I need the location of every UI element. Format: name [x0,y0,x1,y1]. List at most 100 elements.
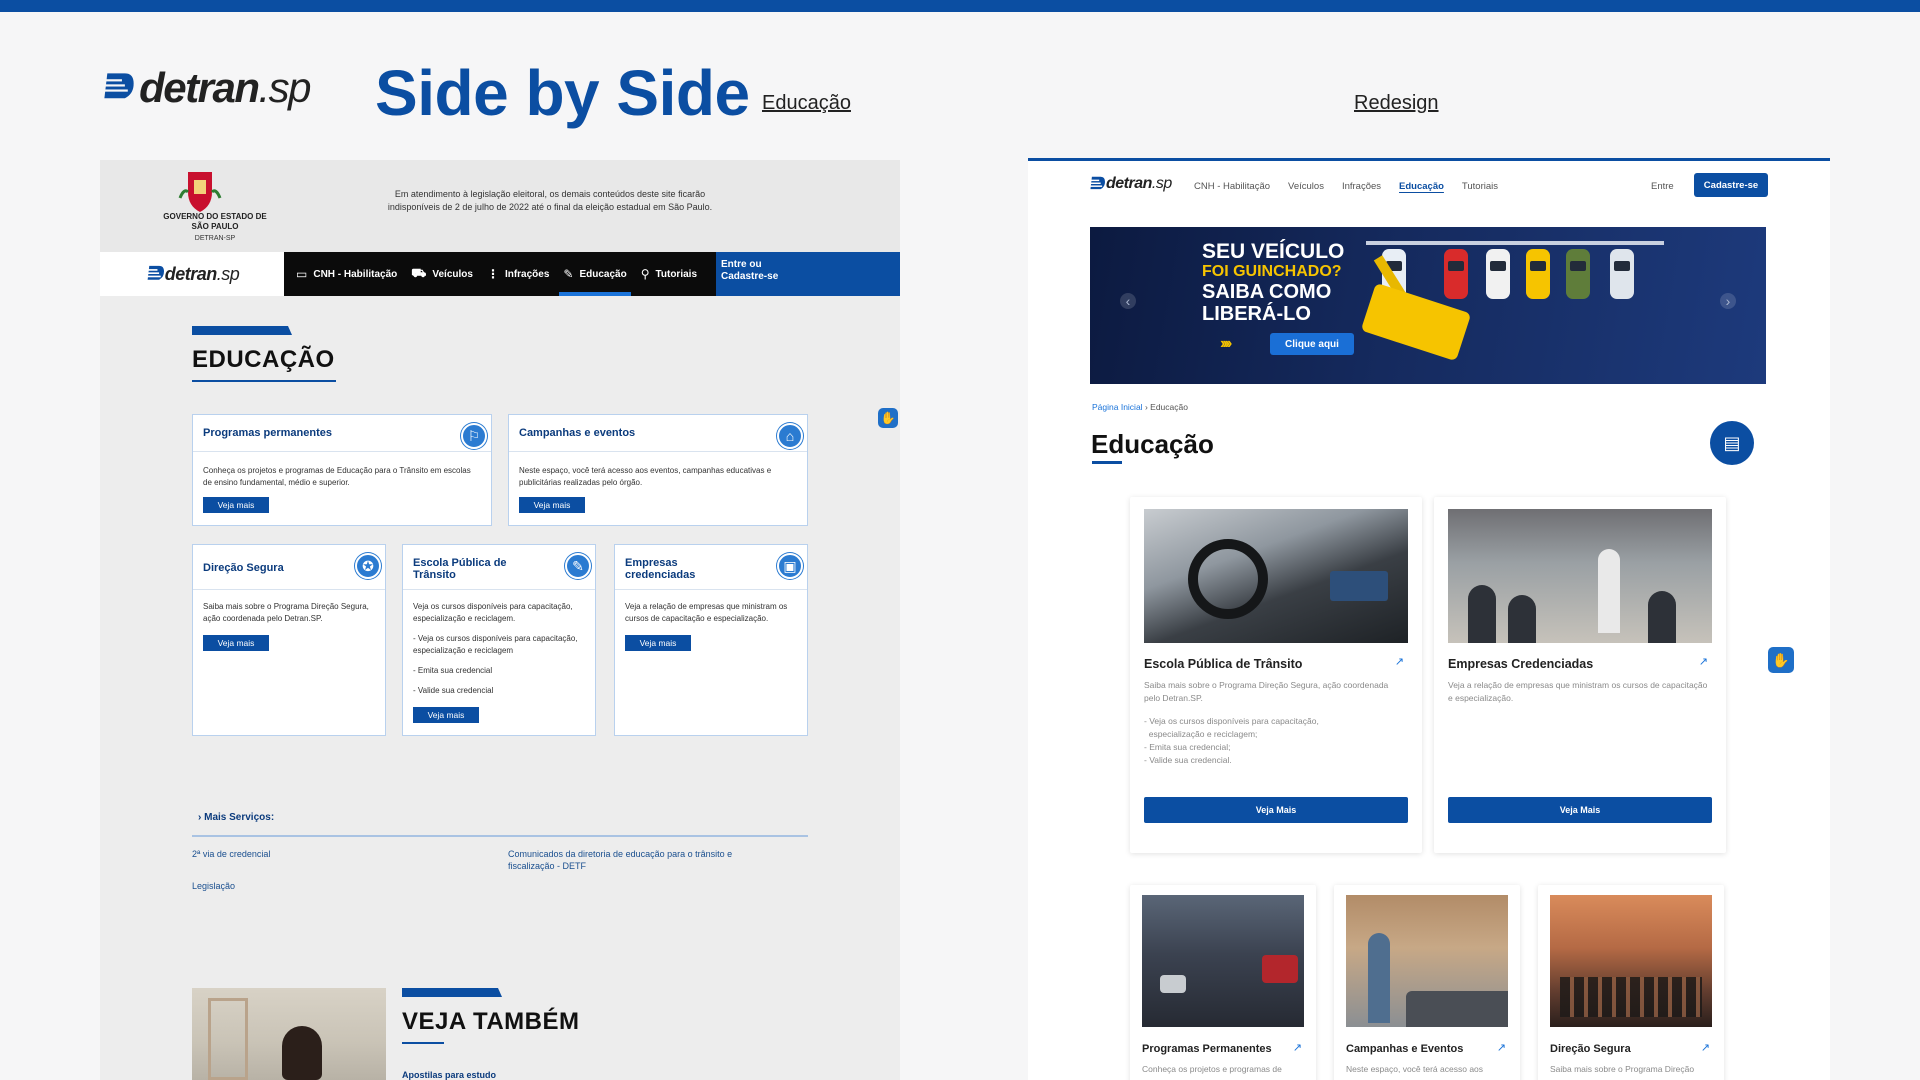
external-link-icon[interactable]: ↗ [1395,655,1404,668]
redesign-logo[interactable]: detran.sp [1088,175,1172,193]
top-accent-bar [0,0,1920,12]
link-comunicados-detf[interactable]: Comunicados da diretoria de educação par… [508,848,778,872]
car-interior-photo [1144,509,1408,643]
gov-name: GOVERNO DO ESTADO DE SÃO PAULO [163,212,267,231]
card-separator [509,451,807,452]
steering-wheel [1188,539,1268,619]
external-link-icon[interactable]: ↗ [1699,655,1708,668]
veja-mais-button[interactable]: Veja mais [625,635,691,651]
detran-stripes-icon [144,265,164,280]
redesign-screenshot: detran.sp CNH - Habilitação Veículos Inf… [1028,158,1830,1080]
nav-item-tutoriais[interactable]: Tutoriais [1462,181,1498,192]
carousel-next-icon[interactable]: › [1720,293,1736,309]
accessibility-hand-icon[interactable]: ✋ [878,408,898,428]
old-card-campanhas: Campanhas e eventos ⌂ Neste espaço, você… [508,414,808,526]
old-nav-item-tutoriais[interactable]: ⚲ Tutoriais [641,252,697,296]
nav-item-cnh[interactable]: CNH - Habilitação [1194,181,1270,192]
photo-car [1160,975,1186,993]
photo-frame [208,998,248,1080]
veja-mais-button[interactable]: Veja mais [519,497,585,513]
card-title: Escola Pública de Trânsito [413,557,507,581]
link-2a-via-credencial[interactable]: 2ª via de credencial [192,848,270,860]
veja-underline [402,1042,444,1044]
old-card-programas: Programas permanentes ⚐ Conheça os proje… [192,414,492,526]
banner-cta-button[interactable]: Clique aqui [1270,333,1354,355]
logo-suffix: .sp [258,64,311,111]
photo-sofa [1406,991,1508,1027]
old-nav-item-infracoes[interactable]: ⋮ Infrações [487,252,549,296]
towed-vehicle-banner[interactable]: ‹ › SEU VEÍCULO FOI GUINCHADO? SAIBA COM… [1090,227,1766,384]
carousel-prev-icon[interactable]: ‹ [1120,293,1136,309]
nav-item-veiculos[interactable]: Veículos [1288,181,1324,192]
election-notice: Em atendimento à legislação eleitoral, o… [387,189,713,212]
apostilas-link[interactable]: Apostilas para estudo [402,1070,496,1080]
card-text: Veja os cursos disponíveis para capacita… [413,602,573,623]
login-link[interactable]: Entre [1651,181,1674,192]
nav-item-infracoes[interactable]: Infrações [1342,181,1381,192]
external-link-icon[interactable]: ↗ [1701,1041,1710,1054]
gov-sub: DETRAN-SP [194,235,236,242]
redesign-link[interactable]: Redesign [1354,92,1439,115]
accessibility-hand-icon[interactable]: ✋ [1768,647,1794,673]
old-card-escola: Escola Pública de Trânsito ✎ Veja os cur… [402,544,596,736]
redesign-page-title: Educação [1091,429,1214,459]
campaign-icon: ⌂ [777,423,803,449]
nav-item-educacao[interactable]: Educação [1399,181,1444,192]
old-nav-items: ▭ CNH - Habilitação ⛟ Veículos ⋮ Infrações … [296,252,697,296]
photo-person [1368,933,1390,1023]
photo-person [282,1026,322,1080]
cta-line-2: Cadastre-se [721,271,779,282]
clipboard-icon: ✎ [565,553,591,579]
steering-wheel-icon: ✪ [355,553,381,579]
veja-mais-button[interactable]: Veja mais [203,497,269,513]
card-separator [193,589,385,590]
card-title: Escola Pública de Trânsito [1144,657,1303,671]
gov-crest-icon [178,172,222,212]
id-card-icon: ▭ [296,267,308,281]
card-title: Campanhas e eventos [519,427,636,439]
logo-word: detran [1106,175,1152,192]
office-photo [1346,895,1508,1027]
veja-mais-button[interactable]: Veja Mais [1448,797,1712,823]
card-direcao-segura: Direção Segura ↗ Saiba mais sobre o Prog… [1538,885,1724,1080]
card-text: Conheça os projetos e programas de Educa… [203,466,471,487]
page-title: Side by Side [375,57,750,129]
external-link-icon[interactable]: ↗ [1497,1041,1506,1054]
nav-label: Tutoriais [655,268,697,280]
veja-mais-button[interactable]: Veja mais [203,635,269,651]
logo-word: detran [164,263,218,284]
nav-label: Veículos [432,268,473,280]
original-site-screenshot: GOVERNO DO ESTADO DE SÃO PAULO DETRAN-SP… [100,160,900,1080]
educacao-link[interactable]: Educação [762,92,851,115]
veja-accent-bar [402,988,502,997]
card-text: Saiba mais sobre o Programa Direção Segu… [1144,680,1389,703]
card-text: Veja a relação de empresas que ministram… [1448,680,1708,703]
old-login-button[interactable]: Entre ou Cadastre-se [716,252,900,296]
card-separator [193,451,491,452]
logo-suffix: .sp [216,263,240,284]
veja-mais-button[interactable]: Veja mais [413,707,479,723]
veja-mais-button[interactable]: Veja Mais [1144,797,1408,823]
old-nav-item-cnh[interactable]: ▭ CNH - Habilitação [296,252,397,296]
external-link-icon[interactable]: ↗ [1293,1041,1302,1054]
card-campanhas-eventos: Campanhas e Eventos ↗ Neste espaço, você… [1334,885,1520,1080]
banner-line-2: FOI GUINCHADO? [1202,263,1342,280]
breadcrumb-home[interactable]: Página Inicial [1092,402,1143,412]
logo-suffix: .sp [1151,175,1172,192]
old-nav-item-veiculos[interactable]: ⛟ Veículos [411,252,473,296]
breadcrumb: Página Inicial › Educação [1092,402,1188,412]
card-title: Empresas credenciadas [625,557,696,581]
card-bullet: - Emita sua credencial; [1144,742,1231,752]
card-empresas-credenciadas: Empresas Credenciadas ↗ Veja a relação d… [1434,497,1726,853]
card-title: Programas permanentes [203,427,332,439]
old-nav-logo[interactable]: detran.sp [100,252,284,296]
card-title: Direção Segura [1550,1043,1631,1055]
old-nav-item-educacao[interactable]: ✎ Educação [559,252,632,296]
photo-person-standing [1598,549,1620,633]
signup-button[interactable]: Cadastre-se [1694,173,1768,197]
logo-word: detran [139,64,260,111]
student-photo [192,988,386,1080]
link-legislacao[interactable]: Legislação [192,880,235,892]
card-bullet: - Veja os cursos disponíveis para capaci… [1144,716,1319,726]
old-card-direcao: Direção Segura ✪ Saiba mais sobre o Prog… [192,544,386,736]
